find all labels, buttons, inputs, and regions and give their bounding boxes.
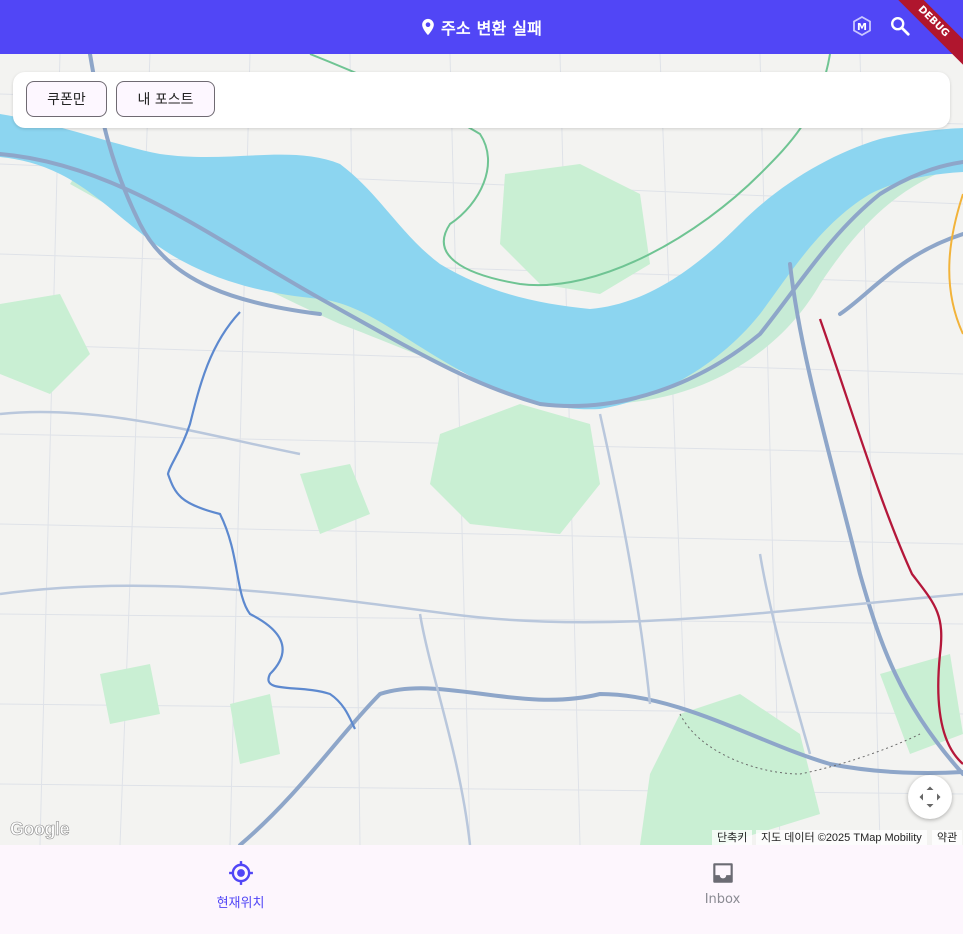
keyboard-shortcuts-link[interactable]: 단축키: [712, 830, 753, 846]
my-posts-chip[interactable]: 내 포스트: [116, 81, 215, 117]
title-wrap: 주소 변환 실패: [0, 0, 963, 54]
fullscreen-button[interactable]: [908, 775, 952, 819]
map-canvas[interactable]: [0, 54, 963, 845]
nav-item-inbox[interactable]: Inbox: [482, 845, 963, 934]
map-data-attribution: 지도 데이터 ©2025 TMap Mobility: [756, 830, 927, 846]
my-location-icon: [228, 861, 253, 885]
inbox-icon: [712, 863, 733, 883]
terms-link[interactable]: 약관: [932, 830, 963, 846]
coupon-only-chip[interactable]: 쿠폰만: [26, 81, 107, 117]
google-logo: Google: [10, 819, 70, 840]
m-badge-icon[interactable]: M: [852, 16, 872, 36]
map-view[interactable]: [0, 54, 963, 845]
fullscreen-icon: [919, 786, 941, 808]
filter-bar: 쿠폰만 내 포스트: [13, 72, 950, 128]
nav-item-current-location[interactable]: 현재위치: [0, 845, 481, 934]
nav-label-current-location: 현재위치: [216, 896, 265, 911]
page-title: 주소 변환 실패: [440, 19, 543, 38]
bottom-navigation: 현재위치 Inbox: [0, 845, 963, 934]
location-pin-icon: [422, 18, 434, 36]
svg-text:M: M: [857, 22, 867, 33]
search-icon[interactable]: [889, 15, 911, 37]
app-bar: 주소 변환 실패 M: [0, 0, 963, 54]
nav-label-inbox: Inbox: [704, 892, 741, 907]
